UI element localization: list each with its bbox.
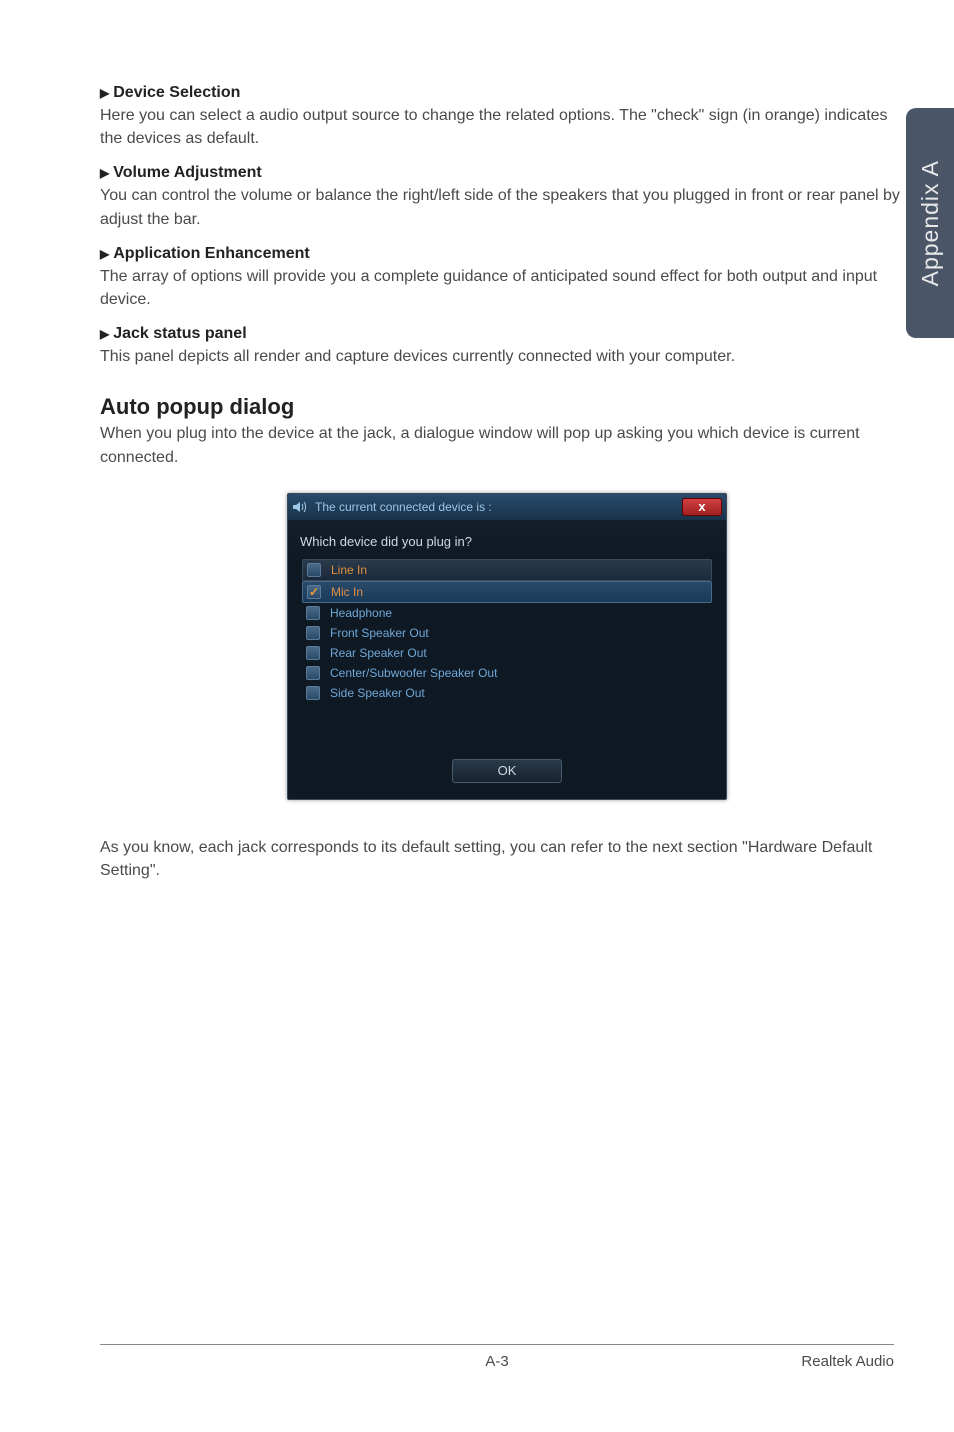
device-option-line-in[interactable]: Line In bbox=[302, 559, 712, 581]
auto-popup-heading: Auto popup dialog bbox=[100, 394, 914, 420]
device-option-label: Rear Speaker Out bbox=[330, 646, 427, 660]
dialog-titlebar: The current connected device is : x bbox=[288, 494, 726, 520]
speaker-icon bbox=[292, 500, 308, 514]
application-enhancement-title: Application Enhancement bbox=[113, 245, 309, 262]
device-option-label: Line In bbox=[331, 563, 367, 577]
triangle-bullet-icon: ▶ bbox=[100, 166, 109, 180]
checkbox-checked-icon: ✓ bbox=[307, 585, 321, 599]
checkbox-icon bbox=[306, 646, 320, 660]
dialog-title: The current connected device is : bbox=[315, 500, 492, 514]
device-option-label: Center/Subwoofer Speaker Out bbox=[330, 666, 497, 680]
device-option-label: Side Speaker Out bbox=[330, 686, 425, 700]
device-selection-body: Here you can select a audio output sourc… bbox=[100, 104, 914, 150]
device-option-front-speaker[interactable]: Front Speaker Out bbox=[302, 623, 712, 643]
checkbox-icon bbox=[306, 686, 320, 700]
dialog-button-row: OK bbox=[288, 759, 726, 799]
volume-adjustment-heading: ▶ Volume Adjustment bbox=[100, 164, 914, 182]
device-option-mic-in[interactable]: ✓ Mic In bbox=[302, 581, 712, 603]
appendix-side-tab-label: Appendix A bbox=[917, 160, 944, 286]
device-option-label: Headphone bbox=[330, 606, 392, 620]
device-option-headphone[interactable]: Headphone bbox=[302, 603, 712, 623]
appendix-side-tab: Appendix A bbox=[906, 108, 954, 338]
footer-section-name: Realtek Audio bbox=[801, 1353, 894, 1370]
close-icon: x bbox=[698, 499, 705, 514]
jack-status-panel-body: This panel depicts all render and captur… bbox=[100, 345, 914, 368]
after-dialog-text: As you know, each jack corresponds to it… bbox=[100, 836, 914, 882]
device-option-center-subwoofer[interactable]: Center/Subwoofer Speaker Out bbox=[302, 663, 712, 683]
dialog-spacer bbox=[302, 703, 712, 753]
volume-adjustment-title: Volume Adjustment bbox=[113, 164, 261, 181]
application-enhancement-body: The array of options will provide you a … bbox=[100, 265, 914, 311]
checkbox-icon bbox=[306, 606, 320, 620]
close-button[interactable]: x bbox=[682, 498, 722, 516]
jack-status-panel-title: Jack status panel bbox=[113, 325, 246, 342]
triangle-bullet-icon: ▶ bbox=[100, 327, 109, 341]
footer-page-number: A-3 bbox=[485, 1353, 508, 1370]
volume-adjustment-body: You can control the volume or balance th… bbox=[100, 184, 914, 230]
device-option-rear-speaker[interactable]: Rear Speaker Out bbox=[302, 643, 712, 663]
page-content: ▶ Device Selection Here you can select a … bbox=[0, 0, 954, 882]
ok-button-label: OK bbox=[498, 763, 517, 778]
triangle-bullet-icon: ▶ bbox=[100, 247, 109, 261]
dialog-prompt: Which device did you plug in? bbox=[288, 520, 726, 559]
ok-button[interactable]: OK bbox=[452, 759, 562, 783]
device-option-label: Front Speaker Out bbox=[330, 626, 429, 640]
device-option-label: Mic In bbox=[331, 585, 363, 599]
checkbox-icon bbox=[306, 666, 320, 680]
triangle-bullet-icon: ▶ bbox=[100, 86, 109, 100]
dialog-device-list: Line In ✓ Mic In Headphone Front Speaker… bbox=[288, 559, 726, 759]
device-option-side-speaker[interactable]: Side Speaker Out bbox=[302, 683, 712, 703]
auto-popup-intro: When you plug into the device at the jac… bbox=[100, 422, 914, 468]
jack-popup-dialog: The current connected device is : x Whic… bbox=[287, 493, 727, 800]
application-enhancement-heading: ▶ Application Enhancement bbox=[100, 245, 914, 263]
page-footer: A-3 Realtek Audio bbox=[100, 1344, 894, 1370]
device-selection-heading: ▶ Device Selection bbox=[100, 84, 914, 102]
checkbox-icon bbox=[306, 626, 320, 640]
checkbox-icon bbox=[307, 563, 321, 577]
device-selection-title: Device Selection bbox=[113, 84, 240, 101]
dialog-screenshot-wrap: The current connected device is : x Whic… bbox=[100, 493, 914, 800]
jack-status-panel-heading: ▶ Jack status panel bbox=[100, 325, 914, 343]
